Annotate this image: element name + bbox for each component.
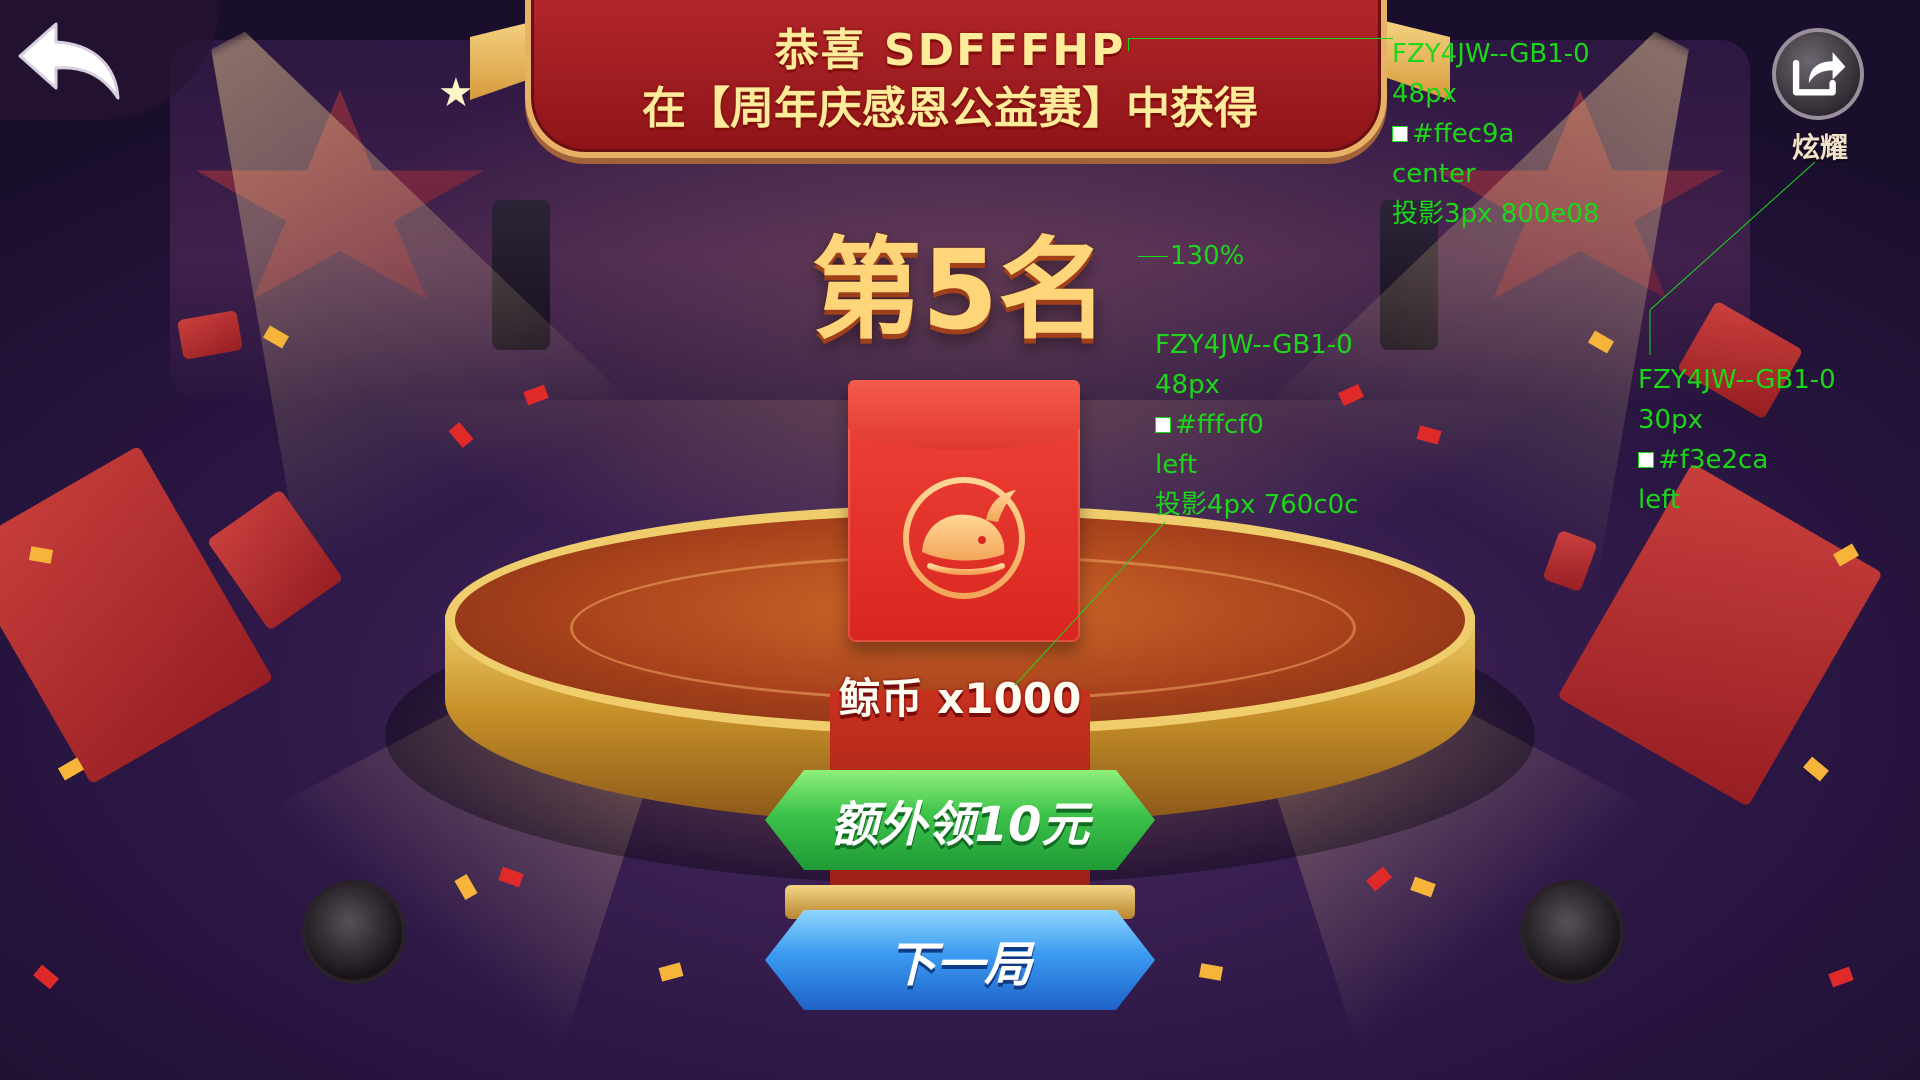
annotation-reward-align: left xyxy=(1155,450,1198,480)
confetti xyxy=(1198,963,1224,981)
annotation-title-size: 48px xyxy=(1392,79,1457,109)
annotation-title-shadow: 投影3px 800e08 xyxy=(1392,199,1600,229)
annotation-rank-leader xyxy=(1138,256,1168,257)
share-icon xyxy=(1792,52,1846,96)
confetti xyxy=(1828,966,1854,988)
sparkle-star-icon: ★ xyxy=(438,70,474,116)
annotation-reward-size: 48px xyxy=(1155,370,1220,400)
annotation-share-leader xyxy=(1649,161,1816,355)
annotation-title-color: #ffec9a xyxy=(1412,119,1515,149)
red-envelope-flap xyxy=(848,380,1080,450)
spotlight-lamp-left-icon xyxy=(302,880,406,984)
back-arrow-icon[interactable] xyxy=(16,20,126,102)
annotation-reward: FZY4JW--GB1-0 48px #fffcf0 left 投影4px 760c0c xyxy=(1155,325,1358,525)
annotation-share-font: FZY4JW--GB1-0 xyxy=(1638,365,1836,395)
annotation-reward-font: FZY4JW--GB1-0 xyxy=(1155,330,1353,360)
next-round-button-label: 下一局 xyxy=(887,937,1032,993)
annotation-title-font: FZY4JW--GB1-0 xyxy=(1392,39,1590,69)
annotation-reward-leader xyxy=(1014,521,1166,686)
extra-reward-button-label: 额外领10元 xyxy=(830,797,1090,853)
next-round-button[interactable]: 下一局 xyxy=(765,910,1155,1010)
tournament-text: 在【周年庆感恩公益赛】中获得 xyxy=(642,83,1258,134)
annotation-rank-scale: 130% xyxy=(1170,241,1245,271)
annotation-title-leader xyxy=(1128,38,1393,51)
confetti xyxy=(658,962,684,982)
rank-label: 第5名 xyxy=(811,226,1109,354)
annotation-reward-shadow: 投影4px 760c0c xyxy=(1155,490,1359,520)
annotation-share-align: left xyxy=(1638,485,1681,515)
annotation-share-size: 30px xyxy=(1638,405,1703,435)
share-button[interactable] xyxy=(1772,28,1864,120)
annotation-title: FZY4JW--GB1-0 48px #ffec9a center 投影3px 800e… xyxy=(1392,34,1599,234)
annotation-share-color: #f3e2ca xyxy=(1658,445,1769,475)
confetti xyxy=(1803,756,1829,782)
annotation-title-align: center xyxy=(1392,159,1476,189)
annotation-share: FZY4JW--GB1-0 30px #f3e2ca left xyxy=(1638,360,1836,520)
floating-envelope-left-large xyxy=(0,445,274,785)
spotlight-lamp-right-icon xyxy=(1520,880,1624,984)
extra-reward-button[interactable]: 额外领10元 xyxy=(765,770,1155,870)
confetti xyxy=(33,964,59,990)
annotation-reward-color: #fffcf0 xyxy=(1175,410,1264,440)
